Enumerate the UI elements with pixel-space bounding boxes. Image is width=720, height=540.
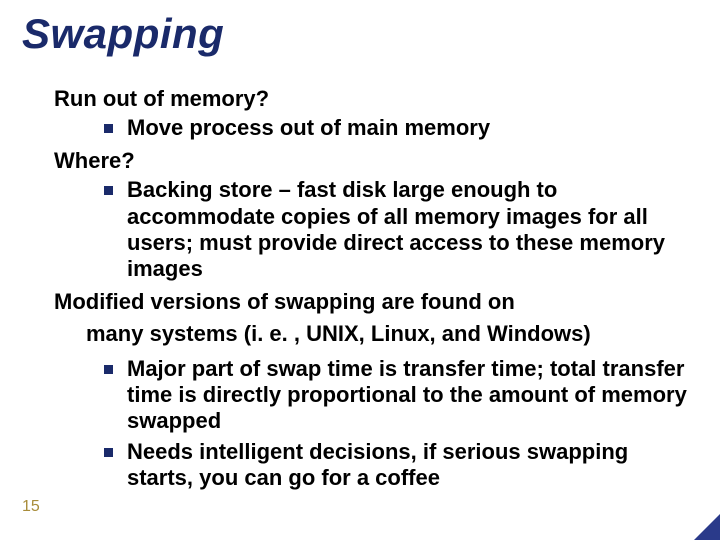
heading-modified-line2: many systems (i. e. , UNIX, Linux, and W…: [54, 321, 690, 347]
bullet-row: Backing store – fast disk large enough t…: [104, 177, 690, 283]
page-number: 15: [22, 498, 40, 516]
slide: Swapping Run out of memory? Move process…: [0, 0, 720, 540]
heading-modified-line1: Modified versions of swapping are found …: [54, 289, 690, 315]
slide-title: Swapping: [22, 10, 224, 58]
square-bullet-icon: [104, 448, 113, 457]
square-bullet-icon: [104, 365, 113, 374]
bullet-text: Needs intelligent decisions, if serious …: [127, 439, 690, 492]
heading-runout: Run out of memory?: [54, 86, 690, 112]
corner-decoration-icon: [694, 514, 720, 540]
square-bullet-icon: [104, 124, 113, 133]
square-bullet-icon: [104, 186, 113, 195]
bullet-text: Move process out of main memory: [127, 115, 690, 141]
heading-where: Where?: [54, 148, 690, 174]
bullet-row: Move process out of main memory: [104, 115, 690, 141]
bullet-row: Needs intelligent decisions, if serious …: [104, 439, 690, 492]
slide-body: Run out of memory? Move process out of m…: [54, 80, 690, 495]
bullet-text: Major part of swap time is transfer time…: [127, 356, 690, 435]
bullet-text: Backing store – fast disk large enough t…: [127, 177, 690, 283]
bullet-row: Major part of swap time is transfer time…: [104, 356, 690, 435]
